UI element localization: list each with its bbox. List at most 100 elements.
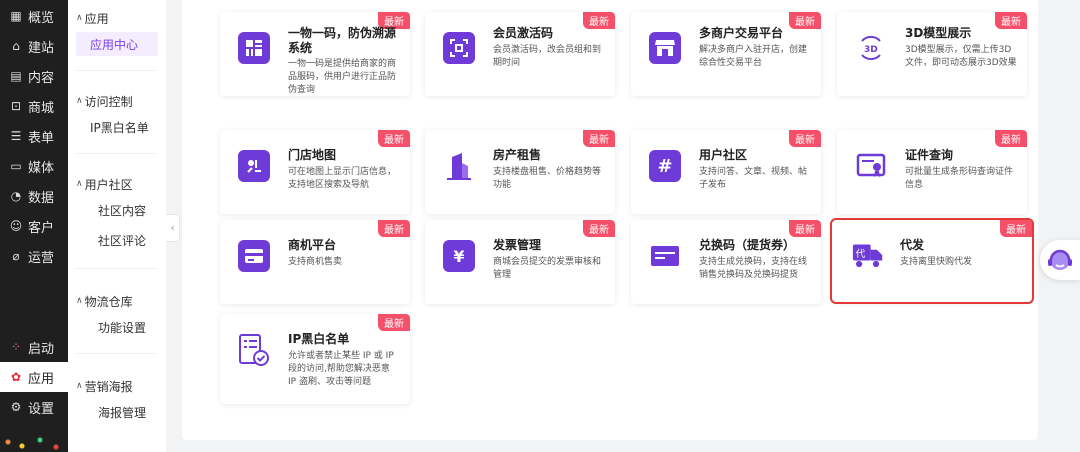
- group-title[interactable]: ∧ 用户社区: [68, 174, 166, 194]
- nav-label: 媒体: [28, 160, 55, 176]
- cart-icon: ⊡: [10, 99, 22, 113]
- new-badge: 最新: [789, 130, 821, 147]
- building-icon: [443, 150, 475, 182]
- flower-icon: ✿: [10, 370, 22, 384]
- form-icon: ☰: [10, 129, 22, 143]
- group-title[interactable]: ∧ 应用: [68, 8, 166, 28]
- nav-label: 概览: [28, 10, 55, 26]
- decoration: [0, 432, 68, 452]
- app-card-voucher[interactable]: 最新 兑换码（提货券） 支持生成兑换码，支持在线销售兑换码及兑换码提货: [631, 220, 821, 304]
- collapse-menu-button[interactable]: ‹: [166, 214, 180, 242]
- card-desc: 可在地图上显示门店信息，支持地区搜索及导航: [288, 167, 397, 190]
- sub-item-poster-manage[interactable]: 海报管理: [76, 400, 158, 424]
- card-title: 3D模型展示: [905, 26, 972, 40]
- nav-item-overview[interactable]: ▦ 概览: [0, 1, 68, 31]
- pie-chart-icon: ◔: [10, 189, 22, 203]
- app-card-real-estate[interactable]: 最新 房产租售 支持楼盘租售、价格趋势等功能: [425, 130, 615, 214]
- card-desc: 商城会员提交的发票审核和管理: [493, 257, 602, 280]
- card-icon: [238, 240, 270, 272]
- group-title-label: 营销海报: [84, 379, 133, 394]
- new-badge: 最新: [1000, 220, 1032, 237]
- home-icon: ⌂: [12, 39, 20, 53]
- card-desc: 支持离里快购代发: [900, 257, 973, 267]
- nav-item-site[interactable]: ⌂ 建站: [0, 31, 68, 61]
- app-card-certificate[interactable]: 最新 证件查询 可批量生成条形码查询证件信息: [837, 130, 1027, 214]
- qrcode-icon: [238, 32, 270, 64]
- 3d-icon: 3D: [855, 32, 887, 64]
- nav-label: 应用: [28, 371, 55, 387]
- sub-item-function-settings[interactable]: 功能设置: [76, 315, 158, 339]
- app-card-3d-model[interactable]: 最新 3D 3D模型展示 3D模型展示，仅需上传3D文件，即可动态展示3D效果: [837, 12, 1027, 96]
- chevron-down-icon: ∧: [76, 96, 83, 106]
- chevron-down-icon: ∧: [76, 296, 83, 306]
- nav-label: 建站: [28, 40, 55, 56]
- group-title[interactable]: ∧ 访问控制: [68, 91, 166, 111]
- sub-item-app-center[interactable]: 应用中心: [76, 32, 158, 56]
- group-title[interactable]: ∧ 营销海报: [68, 376, 166, 396]
- hashtag-icon: #: [649, 150, 681, 182]
- card-desc: 可批量生成条形码查询证件信息: [905, 167, 1014, 190]
- video-icon: ▭: [10, 159, 22, 173]
- nav-label: 客户: [28, 220, 55, 236]
- map-icon: [238, 150, 270, 182]
- nav-label: 运营: [28, 250, 55, 266]
- truck-icon: 代: [852, 240, 884, 272]
- nav-label: 数据: [28, 190, 55, 206]
- card-title: 多商户交易平台: [699, 26, 784, 40]
- group-title[interactable]: ∧ 物流仓库: [68, 291, 166, 311]
- nav-item-data[interactable]: ◔ 数据: [0, 181, 68, 211]
- new-badge: 最新: [378, 314, 410, 331]
- sub-item-community-comments[interactable]: 社区评论: [76, 228, 158, 252]
- nav-item-apps[interactable]: ✿ 应用: [0, 362, 68, 392]
- nav-item-mall[interactable]: ⊡ 商城: [0, 91, 68, 121]
- card-desc: 支持生成兑换码，支持在线销售兑换码及兑换码提货: [699, 257, 808, 280]
- card-title: IP黑白名单: [288, 332, 350, 346]
- app-card-store-map[interactable]: 最新 门店地图 可在地图上显示门店信息，支持地区搜索及导航: [220, 130, 410, 214]
- invoice-icon: ¥: [443, 240, 475, 272]
- grid-icon: ▦: [10, 9, 22, 23]
- app-card-anticounterfeit[interactable]: 最新 一物一码，防伪溯源系统 一物一码是提供给商家的商品服码，供用户进行正品防伪…: [220, 12, 410, 96]
- group-title-label: 访问控制: [84, 94, 133, 109]
- card-desc: 支持楼盘租售、价格趋势等功能: [493, 167, 602, 190]
- card-title: 门店地图: [288, 148, 337, 162]
- scan-icon: [443, 32, 475, 64]
- nav-item-form[interactable]: ☰ 表单: [0, 121, 68, 151]
- nav-item-content[interactable]: ▤ 内容: [0, 61, 68, 91]
- nav-item-customer[interactable]: ☺ 客户: [0, 211, 68, 241]
- new-badge: 最新: [995, 130, 1027, 147]
- new-badge: 最新: [583, 220, 615, 237]
- card-desc: 允许或者禁止某些 IP 或 IP 段的访问,帮助您解决恶意 IP 盗刷、攻击等问…: [288, 351, 394, 387]
- customer-service-button[interactable]: [1040, 240, 1080, 280]
- certificate-icon: [855, 150, 887, 182]
- chevron-down-icon: ∧: [76, 179, 83, 189]
- card-title: 用户社区: [699, 148, 748, 162]
- card-desc: 支持问答、文章、视频、帖子发布: [699, 167, 808, 190]
- app-card-business-opportunity[interactable]: 最新 商机平台 支持商机售卖: [220, 220, 410, 304]
- nav-item-launch[interactable]: ⁘ 启动: [0, 332, 68, 362]
- card-desc: 解决多商户入驻开店，创建综合性交易平台: [699, 45, 808, 68]
- app-card-invoice[interactable]: 最新 ¥ 发票管理 商城会员提交的发票审核和管理: [425, 220, 615, 304]
- card-desc: 一物一码是提供给商家的商品服码，供用户进行正品防伪查询: [288, 59, 397, 95]
- user-icon: ☺: [9, 219, 23, 233]
- app-card-ip-list[interactable]: 最新 IP黑白名单 允许或者禁止某些 IP 或 IP 段的访问,帮助您解决恶意 …: [220, 314, 410, 404]
- nav-item-operation[interactable]: ⌀ 运营: [0, 241, 68, 271]
- app-card-dropshipping[interactable]: 最新 代 代发 支持离里快购代发: [830, 218, 1034, 304]
- store-icon: [649, 32, 681, 64]
- card-title: 会员激活码: [493, 26, 554, 40]
- headset-icon: [1048, 249, 1072, 270]
- card-desc: 3D模型展示，仅需上传3D文件，即可动态展示3D效果: [905, 45, 1017, 68]
- dots-icon: ⁘: [10, 340, 22, 354]
- card-desc: 支持商机售卖: [288, 257, 343, 267]
- app-card-member-code[interactable]: 最新 会员激活码 会员激活码，改会员组和到期时间: [425, 12, 615, 96]
- nav-item-settings[interactable]: ⚙ 设置: [0, 392, 68, 422]
- link-icon: ⌀: [12, 249, 20, 263]
- new-badge: 最新: [378, 130, 410, 147]
- svg-text:3D: 3D: [864, 45, 878, 55]
- app-card-community[interactable]: 最新 # 用户社区 支持问答、文章、视频、帖子发布: [631, 130, 821, 214]
- nav-item-media[interactable]: ▭ 媒体: [0, 151, 68, 181]
- sub-item-ip-list[interactable]: IP黑白名单: [76, 115, 158, 139]
- card-desc: 会员激活码，改会员组和到期时间: [493, 45, 602, 68]
- chevron-down-icon: ∧: [76, 381, 83, 391]
- app-card-multi-merchant[interactable]: 最新 多商户交易平台 解决多商户入驻开店，创建综合性交易平台: [631, 12, 821, 96]
- sub-item-community-content[interactable]: 社区内容: [76, 198, 158, 222]
